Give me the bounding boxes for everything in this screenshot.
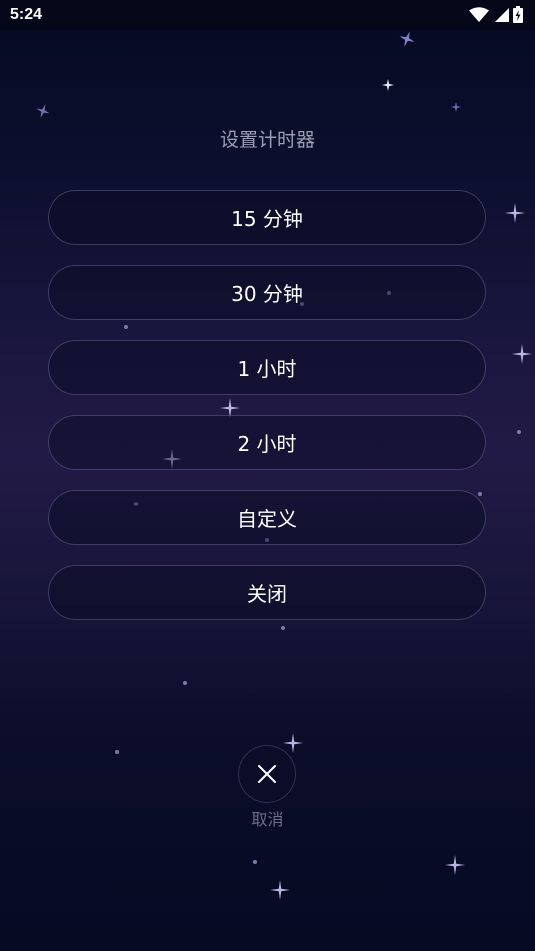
status-bar: 5:24 xyxy=(0,0,535,30)
sparkle-icon xyxy=(36,104,50,118)
star-dot xyxy=(124,325,128,329)
sparkle-icon xyxy=(505,203,525,223)
wifi-icon xyxy=(469,6,489,22)
status-icons xyxy=(469,6,523,23)
star-dot xyxy=(183,681,187,685)
timer-option-custom[interactable]: 自定义 xyxy=(48,490,486,545)
timer-option-30-min[interactable]: 30 分钟 xyxy=(48,265,486,320)
star-dot xyxy=(253,860,257,864)
battery-charging-icon xyxy=(513,6,523,23)
status-time: 5:24 xyxy=(10,6,43,23)
star-dot xyxy=(115,750,119,754)
sparkle-icon xyxy=(283,733,303,753)
sparkle-icon xyxy=(382,79,394,91)
sparkle-icon xyxy=(451,102,461,112)
sparkle-icon xyxy=(399,31,415,47)
signal-icon xyxy=(495,7,509,22)
sparkle-icon xyxy=(445,855,465,875)
cancel-label: 取消 xyxy=(251,810,284,829)
sparkle-icon xyxy=(270,880,290,900)
sparkle-icon xyxy=(512,344,532,364)
timer-option-2-hours[interactable]: 2 小时 xyxy=(48,415,486,470)
close-icon xyxy=(258,765,276,783)
timer-option-1-hour[interactable]: 1 小时 xyxy=(48,340,486,395)
star-dot xyxy=(478,492,482,496)
timer-option-off[interactable]: 关闭 xyxy=(48,565,486,620)
star-dot xyxy=(281,626,285,630)
cancel-button[interactable] xyxy=(238,745,296,803)
star-dot xyxy=(517,430,521,434)
timer-option-15-min[interactable]: 15 分钟 xyxy=(48,190,486,245)
dialog-title: 设置计时器 xyxy=(219,129,315,151)
